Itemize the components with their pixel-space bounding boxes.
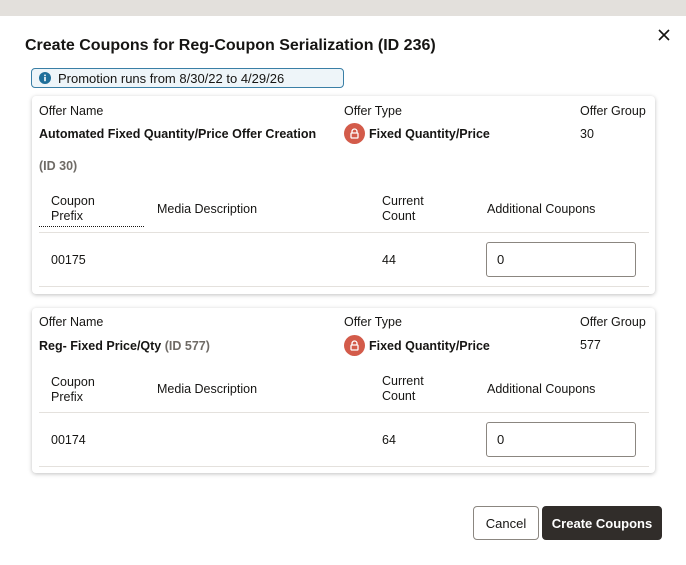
promotion-info-text: Promotion runs from 8/30/22 to 4/29/26 [58,70,285,86]
offer-type-label: Offer Type [344,104,402,118]
lock-icon [344,335,365,356]
column-header-current-count: Current Count [382,374,424,404]
table-divider [39,412,649,413]
column-header-coupon-prefix[interactable]: Coupon Prefix [51,375,95,405]
offer-name-label: Offer Name [39,315,104,329]
column-header-additional-coupons: Additional Coupons [487,382,596,396]
close-icon [658,29,670,41]
info-icon [39,72,51,84]
create-coupons-dialog: Create Coupons for Reg-Coupon Serializat… [0,16,686,565]
current-count-label-1: Current [382,374,424,388]
current-count-label-2: Count [382,209,416,223]
coupon-prefix-label-1: Coupon [51,375,95,389]
table-divider [39,232,649,233]
coupon-prefix-label-2: Prefix [51,209,83,223]
offer-name-value: Automated Fixed Quantity/Price Offer Cre… [39,127,317,141]
offer-id: (ID 30) [39,159,78,173]
offer-name-line: Reg- Fixed Price/Qty (ID 577) [39,339,210,353]
offer-group-value: 30 [580,127,594,141]
table-divider [39,286,649,287]
offer-type-value: Fixed Quantity/Price [344,335,490,356]
promotion-info-banner: Promotion runs from 8/30/22 to 4/29/26 [31,68,344,88]
page-backdrop [0,0,686,16]
column-header-coupon-prefix[interactable]: Coupon Prefix [39,194,144,227]
offer-type-text: Fixed Quantity/Price [369,126,490,141]
create-coupons-button[interactable]: Create Coupons [542,506,662,540]
close-button[interactable] [654,25,674,45]
offer-name-label: Offer Name [39,104,104,118]
current-count-label-2: Count [382,389,416,403]
additional-coupons-input[interactable] [486,422,636,457]
offer-name-value: Reg- Fixed Price/Qty [39,339,162,353]
additional-coupons-input[interactable] [486,242,636,277]
coupon-prefix-label-2: Prefix [51,390,83,404]
offer-group-value: 577 [580,338,601,352]
row-coupon-prefix: 00175 [51,253,86,267]
offer-id: (ID 577) [164,339,210,353]
column-header-media-description: Media Description [157,382,258,396]
current-count-label-1: Current [382,194,424,208]
offer-type-value: Fixed Quantity/Price [344,123,490,144]
row-current-count: 64 [382,433,396,447]
offer-group-label: Offer Group [580,315,646,329]
column-header-additional-coupons: Additional Coupons [487,202,596,216]
offer-type-label: Offer Type [344,315,402,329]
table-divider [39,466,649,467]
column-header-current-count: Current Count [382,194,424,224]
row-current-count: 44 [382,253,396,267]
lock-icon [344,123,365,144]
offer-card: Offer Name Offer Type Offer Group Automa… [32,96,655,294]
offer-card: Offer Name Offer Type Offer Group Reg- F… [32,308,655,473]
dialog-title: Create Coupons for Reg-Coupon Serializat… [25,37,436,54]
offer-group-label: Offer Group [580,104,646,118]
coupon-prefix-label-1: Coupon [51,194,95,208]
cancel-button[interactable]: Cancel [473,506,539,540]
column-header-media-description: Media Description [157,202,258,216]
offer-type-text: Fixed Quantity/Price [369,338,490,353]
row-coupon-prefix: 00174 [51,433,86,447]
